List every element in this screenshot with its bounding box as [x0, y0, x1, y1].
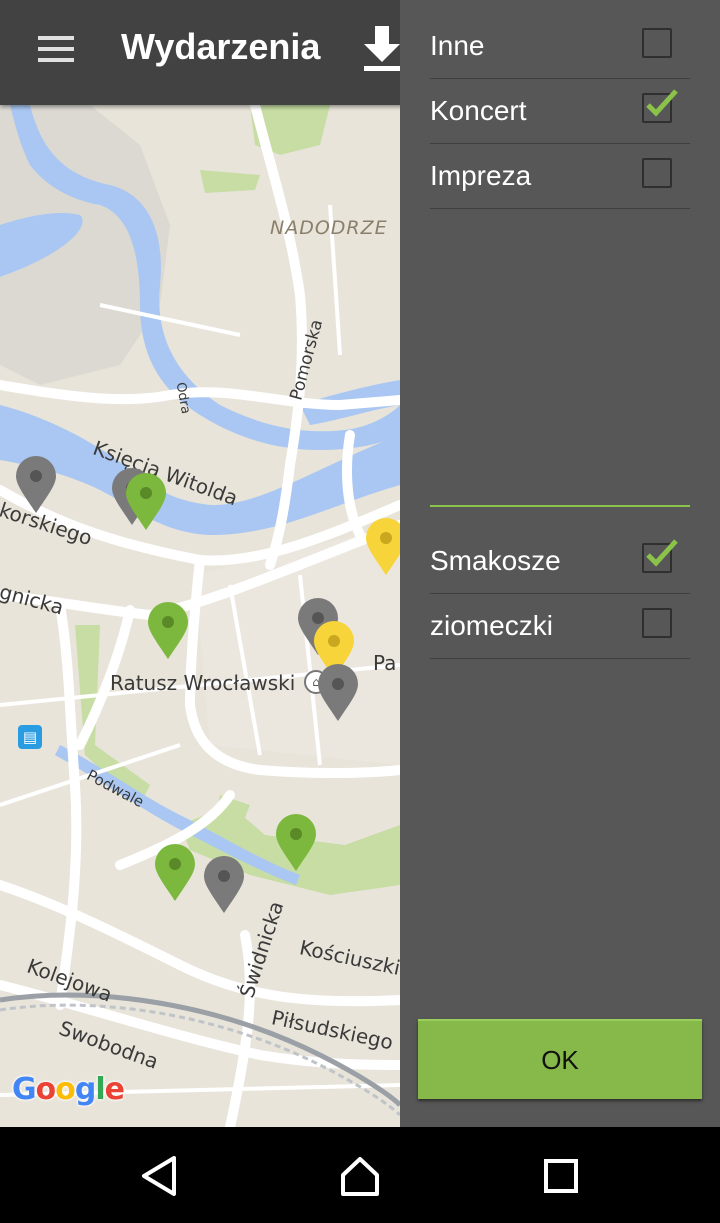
filter-checkbox[interactable] — [642, 539, 678, 573]
back-triangle-icon[interactable] — [140, 1155, 180, 1197]
event-pin-gray[interactable] — [316, 663, 360, 723]
filter-item-impreza[interactable]: Impreza — [430, 144, 690, 209]
event-pin-green[interactable] — [274, 813, 318, 873]
filter-drawer: Inne Koncert Impreza Smakosze ziomeczki … — [400, 0, 720, 1127]
google-logo: Google — [12, 1072, 125, 1107]
filter-item-ziomeczki[interactable]: ziomeczki — [430, 594, 690, 659]
filter-item-koncert[interactable]: Koncert — [430, 79, 690, 144]
event-pin-green[interactable] — [153, 843, 197, 903]
filter-label: Smakosze — [430, 545, 561, 576]
filter-item-inne[interactable]: Inne — [430, 14, 690, 79]
map-view[interactable]: NADODRZE Pomorska Odra Księcia Witolda k… — [0, 105, 400, 1127]
filter-checkbox[interactable] — [642, 608, 672, 638]
page-title: Wydarzenia — [121, 26, 321, 67]
filter-label: ziomeczki — [430, 610, 553, 641]
filter-label: Koncert — [430, 95, 527, 126]
ok-button[interactable]: OK — [418, 1019, 702, 1099]
download-icon[interactable] — [362, 24, 402, 74]
filter-label: Impreza — [430, 160, 532, 191]
filter-checkbox[interactable] — [642, 28, 672, 58]
filter-checkbox[interactable] — [642, 89, 678, 123]
transit-station-icon[interactable]: ▤ — [18, 725, 42, 749]
home-icon[interactable] — [340, 1155, 380, 1197]
checkmark-icon — [646, 539, 678, 567]
hamburger-menu-icon[interactable] — [36, 32, 76, 68]
event-pin-green[interactable] — [146, 601, 190, 661]
district-label-nadodrze: NADODRZE — [270, 217, 388, 239]
app-screen: NADODRZE Pomorska Odra Księcia Witolda k… — [0, 0, 720, 1127]
event-pin-gray[interactable] — [14, 455, 58, 515]
filter-item-smakosze[interactable]: Smakosze — [430, 529, 690, 594]
map-label-pa: Pa — [373, 651, 397, 675]
group-divider — [430, 505, 690, 507]
filter-label: Inne — [430, 30, 485, 61]
checkmark-icon — [646, 89, 678, 117]
event-pin-yellow[interactable] — [364, 517, 400, 577]
system-navigation-bar — [0, 1127, 720, 1223]
recents-square-icon[interactable] — [542, 1155, 582, 1197]
landmark-label-ratusz: Ratusz Wrocławski — [110, 671, 296, 695]
event-pin-green[interactable] — [124, 472, 168, 532]
event-pin-gray[interactable] — [202, 855, 246, 915]
filter-checkbox[interactable] — [642, 158, 672, 188]
